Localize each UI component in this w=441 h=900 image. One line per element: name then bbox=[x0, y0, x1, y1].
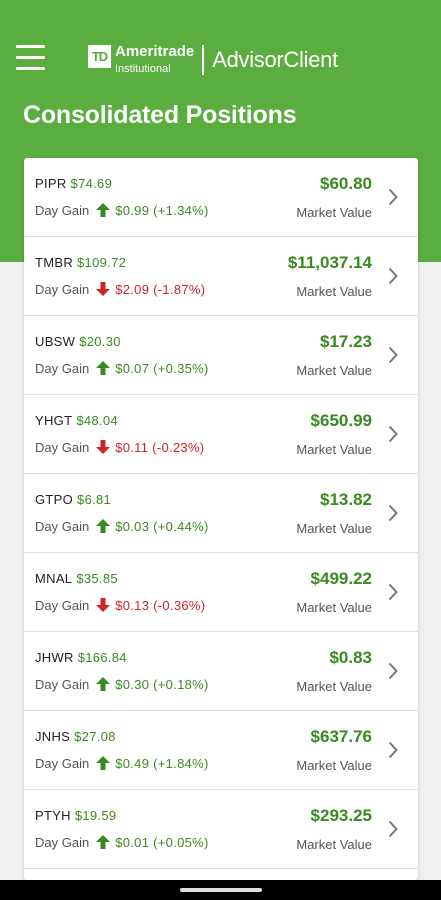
position-price: $166.84 bbox=[77, 650, 127, 665]
market-value-label: Market Value bbox=[296, 600, 372, 615]
day-gain-label: Day Gain bbox=[35, 755, 90, 771]
chevron-right-icon[interactable] bbox=[388, 346, 398, 364]
position-price: $6.81 bbox=[77, 492, 112, 507]
position-symbol: GTPO bbox=[35, 492, 74, 507]
position-row[interactable]: TMBR $109.72 Day Gain $2.09 (-1.87%) $11,037… bbox=[24, 237, 418, 316]
down-arrow-icon bbox=[96, 282, 111, 296]
day-gain-label: Day Gain bbox=[35, 676, 90, 692]
day-gain-label: Day Gain bbox=[35, 518, 90, 534]
up-arrow-icon bbox=[96, 361, 111, 375]
chevron-right-icon[interactable] bbox=[388, 188, 398, 206]
up-arrow-icon bbox=[96, 835, 111, 849]
day-gain-value: $0.07 (+0.35%) bbox=[115, 360, 209, 376]
app-logo: TD Ameritrade Institutional AdvisorClien… bbox=[88, 43, 338, 79]
market-value: $650.99 bbox=[310, 411, 372, 430]
market-value: $499.22 bbox=[310, 569, 372, 588]
day-gain-label: Day Gain bbox=[35, 202, 90, 218]
chevron-right-icon[interactable] bbox=[388, 583, 398, 601]
position-symbol: JHWR bbox=[35, 650, 74, 665]
position-row[interactable]: PIPR $74.69 Day Gain $0.99 (+1.34%) $60.80 Ma… bbox=[24, 158, 418, 237]
position-row[interactable]: MNAL $35.85 Day Gain $0.13 (-0.36%) $499.22 M… bbox=[24, 553, 418, 632]
day-gain-label: Day Gain bbox=[35, 360, 90, 376]
market-value-label: Market Value bbox=[296, 363, 372, 378]
day-gain-value: $0.01 (+0.05%) bbox=[115, 834, 209, 850]
position-row[interactable]: UBSW $20.30 Day Gain $0.07 (+0.35%) $17.23 Ma… bbox=[24, 316, 418, 395]
market-value: $13.82 bbox=[320, 490, 372, 509]
position-price: $35.85 bbox=[76, 571, 118, 586]
day-gain-value: $0.49 (+1.84%) bbox=[115, 755, 209, 771]
day-gain-value: $0.99 (+1.34%) bbox=[115, 202, 209, 218]
position-row[interactable]: GTPO $6.81 Day Gain $0.03 (+0.44%) $13.82 Mar… bbox=[24, 474, 418, 553]
position-symbol: UBSW bbox=[35, 334, 76, 349]
chevron-right-icon[interactable] bbox=[388, 425, 398, 443]
position-symbol: YHGT bbox=[35, 413, 73, 428]
home-indicator[interactable] bbox=[180, 888, 262, 892]
td-logo-icon: TD bbox=[88, 45, 111, 68]
position-symbol: PTYH bbox=[35, 808, 71, 823]
market-value-label: Market Value bbox=[296, 284, 372, 299]
position-symbol: JNHS bbox=[35, 729, 71, 744]
position-row[interactable]: JNHS $27.08 Day Gain $0.49 (+1.84%) $637.76 M… bbox=[24, 711, 418, 790]
day-gain-value: $0.30 (+0.18%) bbox=[115, 676, 209, 692]
day-gain-label: Day Gain bbox=[35, 597, 90, 613]
positions-list: PIPR $74.69 Day Gain $0.99 (+1.34%) $60.80 Ma… bbox=[24, 158, 418, 880]
day-gain-value: $0.11 (-0.23%) bbox=[115, 439, 205, 455]
position-price: $48.04 bbox=[76, 413, 118, 428]
position-row[interactable]: JHWR $166.84 Day Gain $0.30 (+0.18%) $0.83 Ma… bbox=[24, 632, 418, 711]
market-value-label: Market Value bbox=[296, 837, 372, 852]
market-value: $11,037.14 bbox=[287, 253, 372, 272]
market-value: $17.23 bbox=[320, 332, 372, 351]
logo-divider bbox=[202, 45, 205, 75]
page-title: Consolidated Positions bbox=[23, 101, 297, 129]
up-arrow-icon bbox=[96, 203, 111, 217]
chevron-right-icon[interactable] bbox=[388, 741, 398, 759]
day-gain-label: Day Gain bbox=[35, 439, 90, 455]
down-arrow-icon bbox=[96, 598, 111, 612]
day-gain-label: Day Gain bbox=[35, 281, 90, 297]
chevron-right-icon[interactable] bbox=[388, 820, 398, 838]
position-row[interactable]: YHGT $48.04 Day Gain $0.11 (-0.23%) $650.99 M… bbox=[24, 395, 418, 474]
position-symbol: PIPR bbox=[35, 176, 67, 191]
market-value: $293.25 bbox=[310, 806, 372, 825]
position-price: $19.59 bbox=[74, 808, 117, 823]
market-value-label: Market Value bbox=[296, 442, 372, 457]
position-symbol: TMBR bbox=[35, 255, 74, 270]
market-value-label: Market Value bbox=[296, 758, 372, 773]
position-price: $27.08 bbox=[74, 729, 116, 744]
up-arrow-icon bbox=[96, 756, 111, 770]
market-value-label: Market Value bbox=[296, 521, 372, 536]
menu-icon[interactable] bbox=[16, 45, 46, 75]
position-symbol: MNAL bbox=[35, 571, 73, 586]
chevron-right-icon[interactable] bbox=[388, 504, 398, 522]
market-value: $637.76 bbox=[310, 727, 372, 746]
product-name: AdvisorClient bbox=[212, 47, 338, 72]
position-row[interactable]: PTYH $19.59 Day Gain $0.01 (+0.05%) $293.25 M… bbox=[24, 790, 418, 869]
day-gain-value: $0.03 (+0.44%) bbox=[115, 518, 209, 534]
up-arrow-icon bbox=[96, 677, 111, 691]
chevron-right-icon[interactable] bbox=[388, 267, 398, 285]
market-value: $60.80 bbox=[320, 174, 372, 193]
position-price: $20.30 bbox=[79, 334, 121, 349]
chevron-right-icon[interactable] bbox=[388, 662, 398, 680]
day-gain-value: $2.09 (-1.87%) bbox=[115, 281, 206, 297]
up-arrow-icon bbox=[96, 519, 111, 533]
market-value: $0.83 bbox=[329, 648, 372, 667]
brand-sub: Institutional bbox=[115, 63, 171, 75]
market-value-label: Market Value bbox=[296, 679, 372, 694]
position-price: $74.69 bbox=[70, 176, 113, 191]
app-header: TD Ameritrade Institutional AdvisorClien… bbox=[0, 0, 441, 155]
down-arrow-icon bbox=[96, 440, 111, 454]
brand-name: Ameritrade bbox=[115, 43, 195, 60]
day-gain-label: Day Gain bbox=[35, 834, 90, 850]
position-price: $109.72 bbox=[77, 255, 127, 270]
market-value-label: Market Value bbox=[296, 205, 372, 220]
day-gain-value: $0.13 (-0.36%) bbox=[115, 597, 206, 613]
